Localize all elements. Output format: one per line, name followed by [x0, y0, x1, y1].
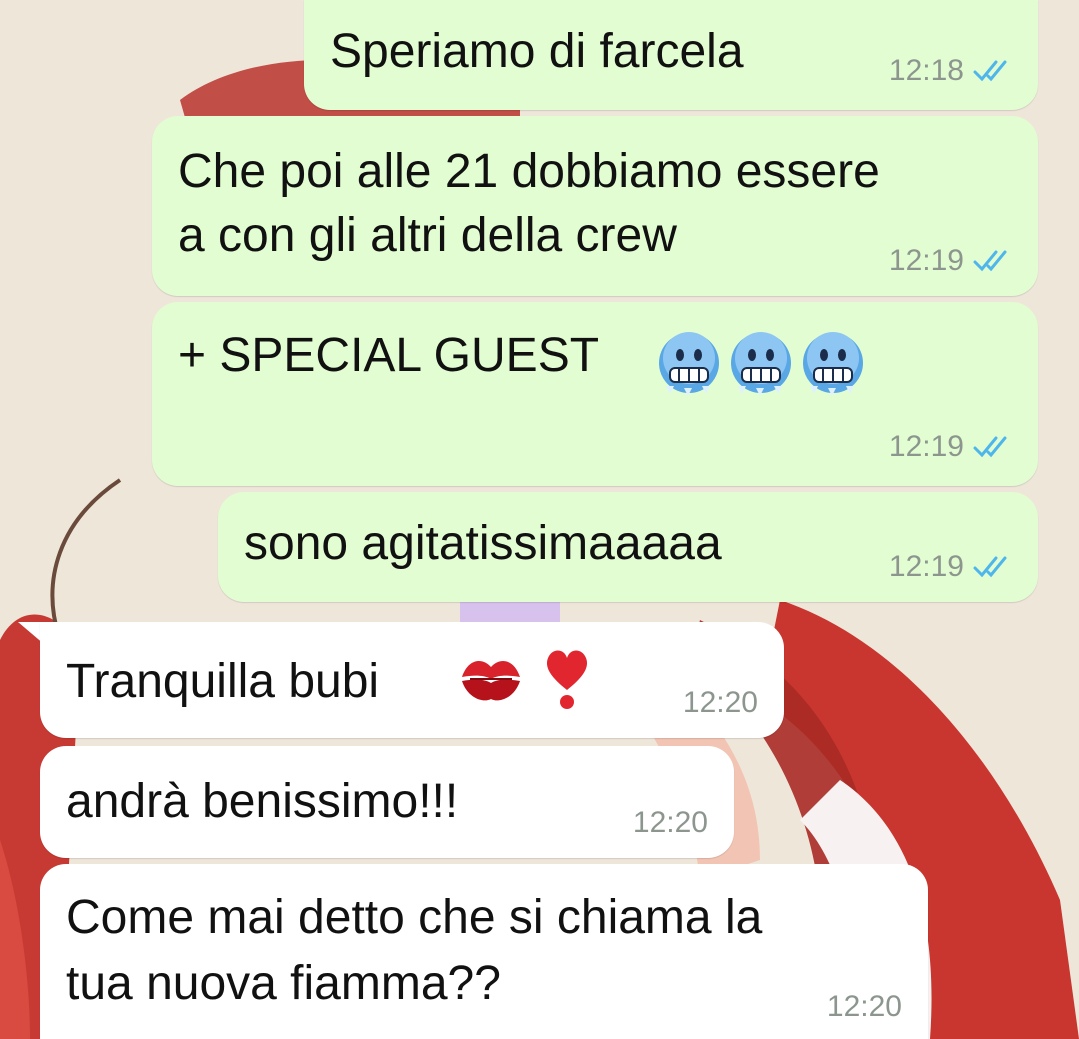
freezing-face-icon	[731, 332, 791, 396]
message-bubble-outgoing[interactable]: sono agitatissimaaaaa 12:19	[218, 492, 1038, 602]
message-text: a con gli altri della crew	[178, 209, 677, 262]
message-meta: 12:18	[889, 54, 1018, 88]
message-meta: 12:19	[889, 430, 1018, 464]
kiss-mark-icon	[462, 661, 520, 701]
message-text: Come mai detto che si chiama la	[66, 891, 763, 944]
message-text: + SPECIAL GUEST	[178, 329, 600, 382]
message-time: 12:19	[888, 550, 964, 583]
message-meta: 12:19	[889, 244, 1018, 278]
message-time: 12:18	[888, 54, 964, 87]
message-meta: 12:20	[633, 806, 708, 840]
message-bubble-outgoing[interactable]: Che poi alle 21 dobbiamo essere a con gl…	[152, 116, 1038, 296]
message-text: Tranquilla bubi	[66, 655, 380, 708]
message-text: Che poi alle 21 dobbiamo essere	[178, 145, 880, 198]
message-bubble-incoming[interactable]: Tranquilla bubi 12:20	[40, 622, 784, 738]
message-time: 12:20	[826, 990, 902, 1023]
freezing-face-icon	[803, 332, 863, 396]
message-bubble-incoming[interactable]: andrà benissimo!!! 12:20	[40, 746, 734, 858]
read-double-check-icon	[973, 556, 1007, 578]
message-time: 12:19	[888, 244, 964, 277]
read-double-check-icon	[973, 60, 1007, 82]
message-meta: 12:20	[827, 990, 902, 1024]
message-bubble-outgoing[interactable]: Speriamo di farcela 12:18	[304, 0, 1038, 110]
message-text: andrà benissimo!!!	[66, 775, 459, 828]
message-text: sono agitatissimaaaaa	[244, 517, 722, 570]
read-double-check-icon	[973, 436, 1007, 458]
message-time: 12:20	[632, 806, 708, 839]
message-text: tua nuova fiamma??	[66, 957, 501, 1010]
read-double-check-icon	[973, 250, 1007, 272]
message-bubble-outgoing[interactable]: + SPECIAL GUEST 12:19	[152, 302, 1038, 486]
freezing-face-icon	[659, 332, 719, 396]
message-bubble-incoming[interactable]: Come mai detto che si chiama la tua nuov…	[40, 864, 928, 1039]
message-time: 12:19	[888, 430, 964, 463]
message-meta: 12:20	[683, 686, 758, 720]
message-meta: 12:19	[889, 550, 1018, 584]
heart-exclamation-icon	[546, 650, 588, 709]
message-time: 12:20	[682, 686, 758, 719]
message-text: Speriamo di farcela	[330, 25, 744, 78]
